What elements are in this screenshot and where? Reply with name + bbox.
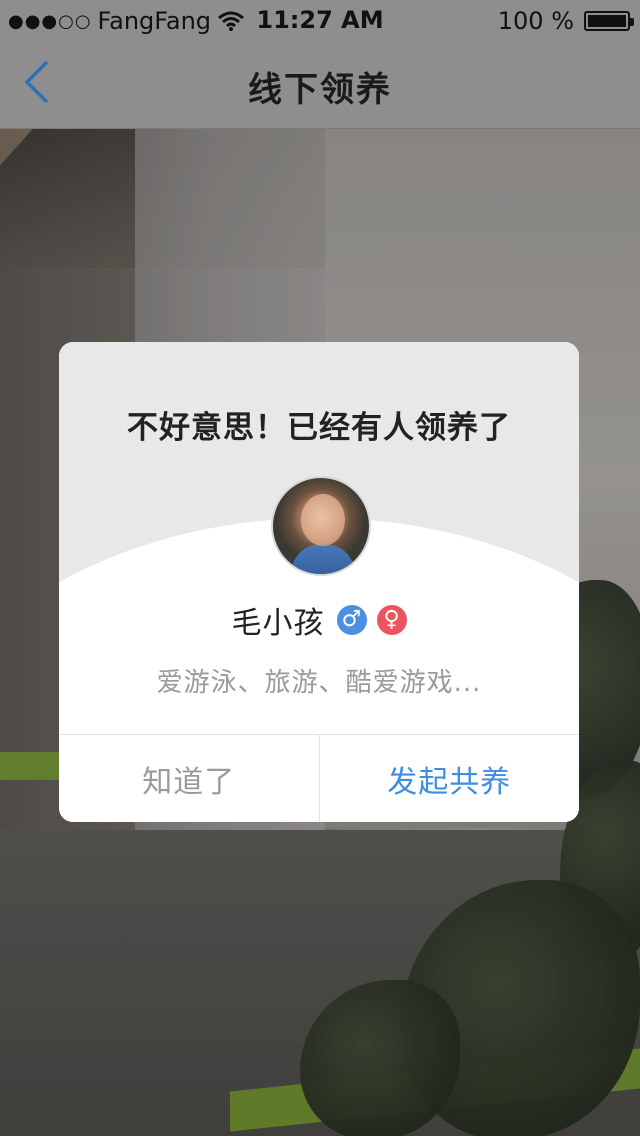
start-co-adoption-button[interactable]: 发起共养 (320, 735, 580, 822)
male-icon: ♂ (336, 605, 367, 635)
navigation-bar: 线下领养 (0, 40, 640, 129)
status-bar: ●●●○○ FangFang 11:27 AM 100 % (0, 0, 640, 40)
battery-percent: 100 % (497, 7, 574, 35)
dismiss-button[interactable]: 知道了 (59, 735, 319, 822)
user-name: 毛小孩 (231, 606, 325, 641)
user-interests: 爱游泳、旅游、酷爱游戏... (156, 668, 482, 698)
screen: ●●●○○ FangFang 11:27 AM 100 % 线下领养 不好意思！… (0, 0, 640, 1136)
adoption-taken-dialog: 不好意思！已经有人领养了 毛小孩 ♂ ♀ 爱游泳、旅游、酷爱游戏... 知道了 … (59, 342, 579, 822)
avatar (271, 476, 371, 576)
female-icon: ♀ (376, 605, 407, 635)
page-title: 线下领养 (248, 70, 392, 110)
dialog-title: 不好意思！已经有人领养了 (127, 410, 511, 446)
battery-icon (584, 11, 634, 31)
user-name-row: 毛小孩 ♂ ♀ (59, 598, 579, 642)
dialog-actions: 知道了 发起共养 (59, 734, 579, 822)
